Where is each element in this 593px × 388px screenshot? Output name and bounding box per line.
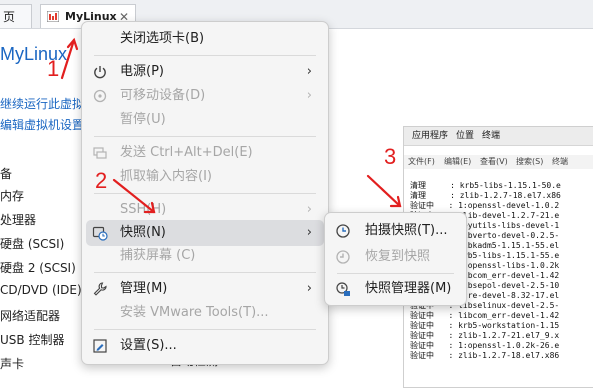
- annotation-arrows: [60, 37, 402, 214]
- annotation-step-1: 1: [47, 56, 60, 81]
- arrow-2: [112, 178, 156, 214]
- annotation-step-3: 3: [384, 144, 397, 169]
- arrow-3: [366, 174, 402, 208]
- annotation-step-2: 2: [95, 168, 108, 193]
